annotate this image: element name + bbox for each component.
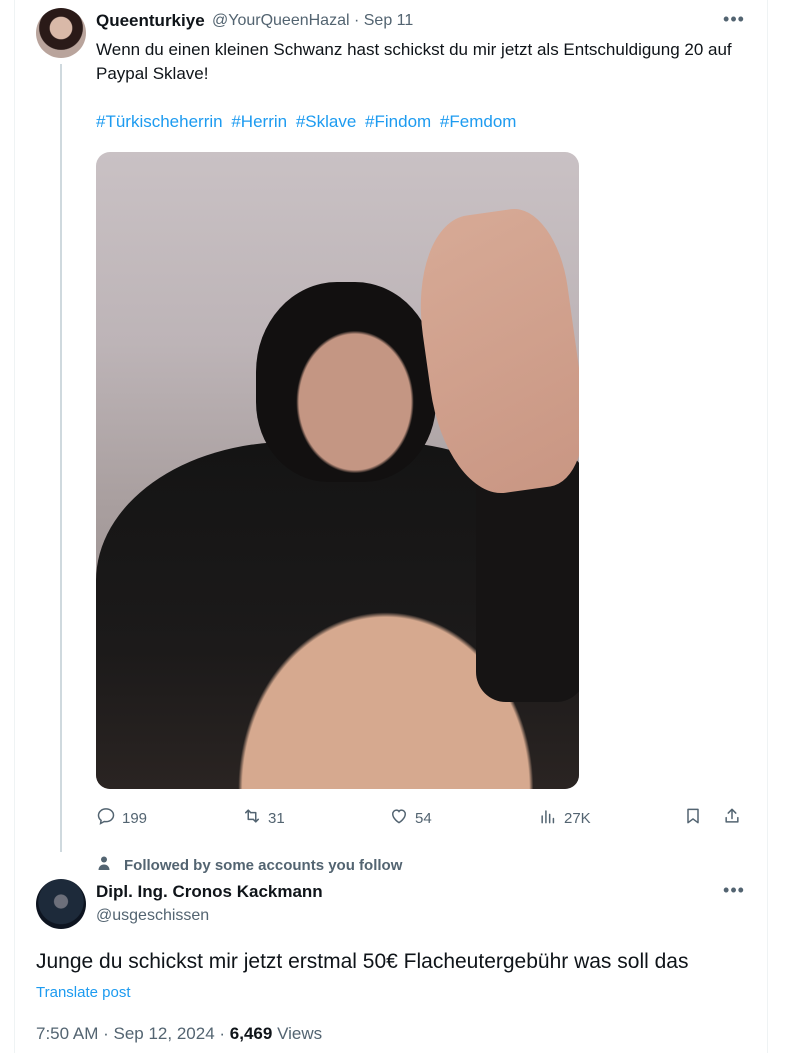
post-date[interactable]: Sep 11 — [364, 12, 414, 29]
reply-author-name[interactable]: Dipl. Ing. Cronos Kackmann — [96, 882, 323, 902]
hashtag-list: #Türkischeherrin #Herrin #Sklave #Findom… — [96, 112, 520, 132]
tweet-text: Wenn du einen kleinen Schwanz hast schic… — [96, 40, 732, 83]
separator-dot: · — [219, 1024, 230, 1043]
social-context-text: Followed by some accounts you follow — [124, 856, 403, 874]
author-handle[interactable]: @YourQueenHazal — [212, 12, 350, 29]
views-button[interactable]: 27K — [538, 806, 591, 830]
bookmark-icon — [683, 806, 703, 830]
thread-connector-line — [60, 64, 62, 852]
author-name[interactable]: Queenturkiye — [96, 11, 205, 31]
avatar[interactable] — [36, 879, 86, 929]
heart-icon — [389, 806, 409, 830]
hashtag[interactable]: #Herrin — [231, 112, 287, 131]
views-count: 27K — [564, 809, 591, 827]
repost-button[interactable]: 31 — [242, 806, 285, 830]
social-context: Followed by some accounts you follow — [96, 855, 402, 875]
avatar[interactable] — [36, 8, 86, 58]
views-label: Views — [277, 1024, 323, 1043]
hashtag[interactable]: #Türkischeherrin — [96, 112, 223, 131]
translate-post-link[interactable]: Translate post — [36, 984, 131, 1001]
photo-figure-head — [256, 282, 436, 482]
reply-count: 199 — [122, 809, 148, 827]
hashtag[interactable]: #Femdom — [440, 112, 517, 131]
author-handle-and-date: @YourQueenHazal · Sep 11 — [212, 12, 413, 30]
reply-author-handle[interactable]: @usgeschissen — [96, 907, 209, 925]
reply-text: Junge du schickst mir jetzt erstmal 50€ … — [36, 950, 689, 973]
more-horizontal-icon[interactable]: ••• — [722, 881, 746, 899]
hashtag[interactable]: #Sklave — [296, 112, 356, 131]
tweet-photo[interactable] — [96, 152, 579, 789]
repost-count: 31 — [268, 809, 285, 827]
reply-button[interactable]: 199 — [96, 806, 147, 830]
share-button[interactable] — [722, 806, 742, 830]
like-count: 54 — [415, 809, 432, 827]
like-button[interactable]: 54 — [389, 806, 432, 830]
tweet-actions: 199 31 54 27K — [0, 806, 790, 830]
post-date[interactable]: Sep 12, 2024 — [114, 1024, 215, 1043]
separator-dot: · — [103, 1024, 114, 1043]
person-icon — [96, 855, 112, 875]
reply-icon — [96, 806, 116, 830]
post-time[interactable]: 7:50 AM — [36, 1024, 98, 1043]
analytics-icon — [538, 806, 558, 830]
views-count: 6,469 — [229, 1024, 273, 1043]
share-icon — [722, 806, 742, 830]
more-horizontal-icon[interactable]: ••• — [722, 10, 746, 28]
hashtag[interactable]: #Findom — [365, 112, 431, 131]
separator-dot: · — [353, 12, 364, 29]
post-timestamp: 7:50 AM · Sep 12, 2024 · 6,469 Views — [36, 1024, 322, 1044]
repost-icon — [242, 806, 262, 830]
bookmark-button[interactable] — [683, 806, 703, 830]
